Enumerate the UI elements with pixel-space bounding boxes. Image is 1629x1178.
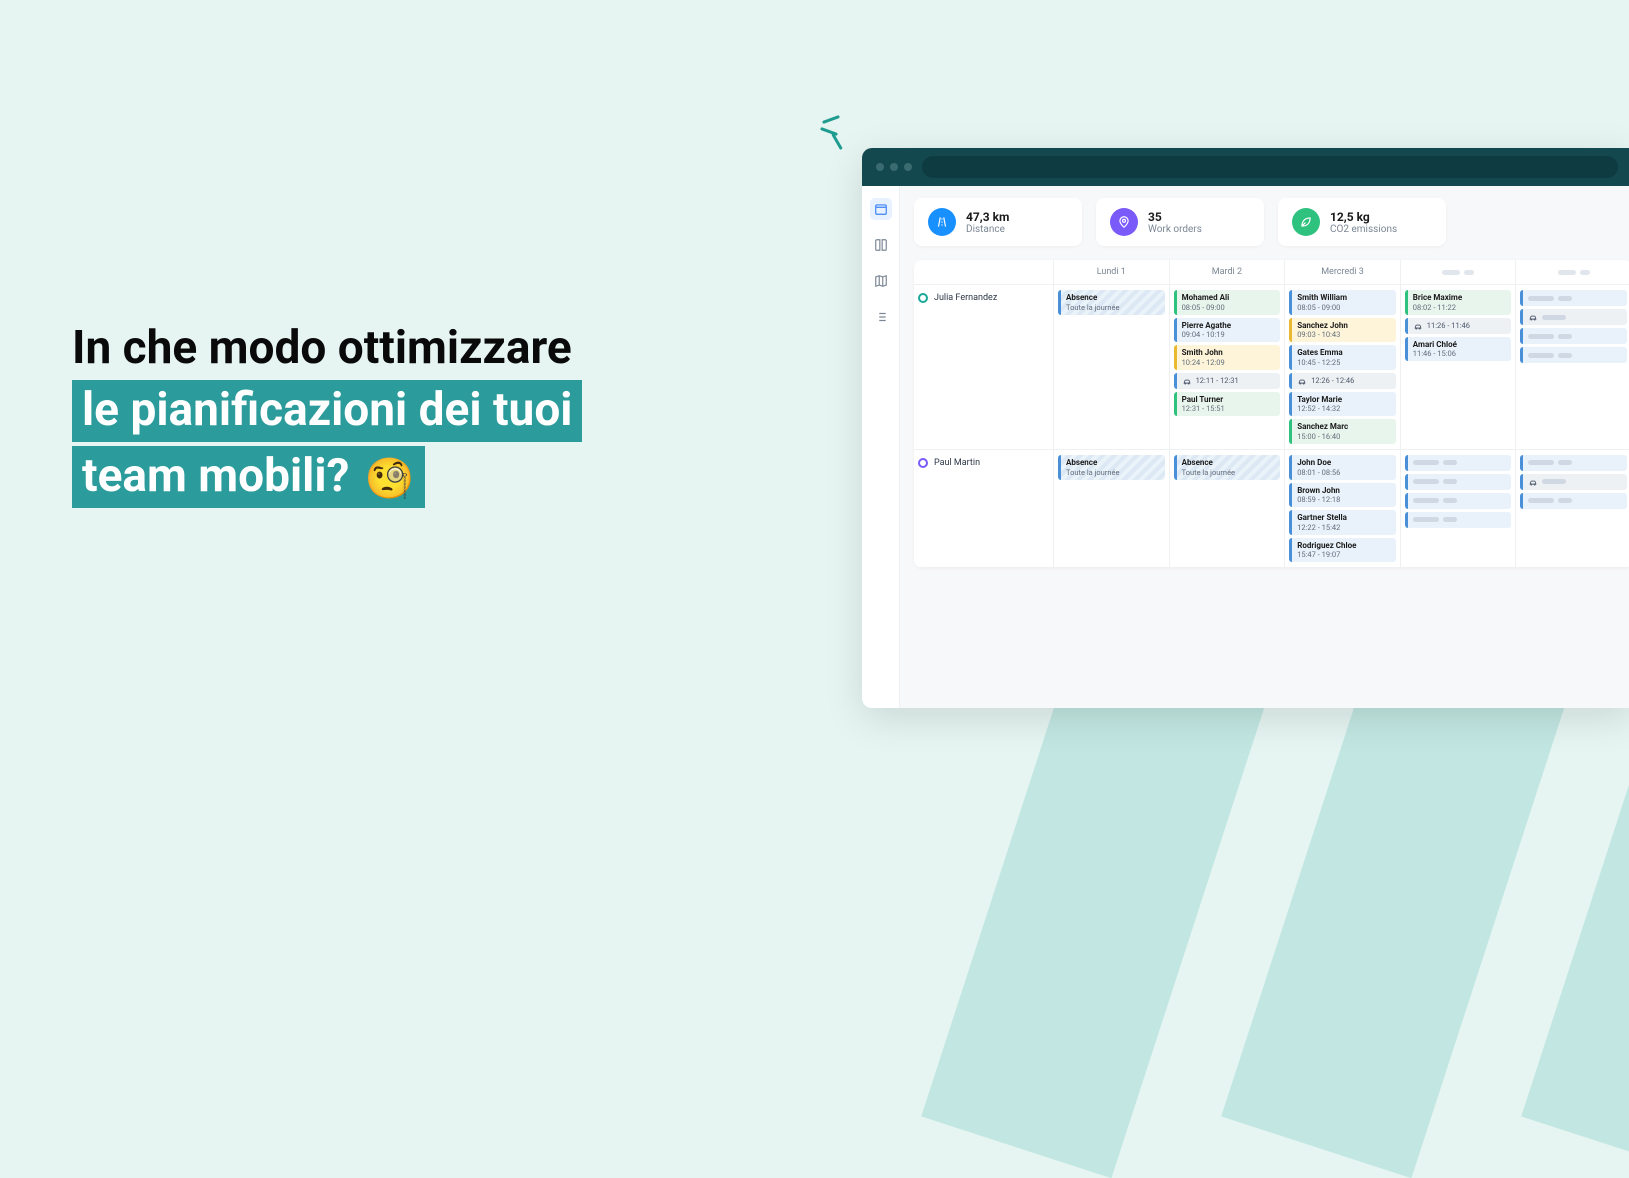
planner-row: Julia FernandezAbsenceToute la journéeMo… [914,285,1629,450]
sidebar-book-icon[interactable] [870,234,892,256]
sidebar-map-icon[interactable] [870,270,892,292]
work-order-card[interactable]: Paul Turner12:31 - 15:51 [1174,392,1281,417]
work-order-card[interactable]: Gartner Stella12:22 - 15:42 [1289,510,1396,535]
work-order-card[interactable] [1405,474,1512,490]
avatar [918,293,928,303]
travel-card[interactable] [1520,309,1627,325]
work-order-card[interactable]: Amari Chloé11:46 - 15:06 [1405,337,1512,362]
day-cell [1516,285,1629,450]
day-header-blank [1516,260,1629,284]
absence-card[interactable]: AbsenceToute la journée [1058,455,1165,480]
sidebar-calendar-icon[interactable] [870,198,892,220]
stat-value: 12,5 kg [1330,210,1397,224]
work-order-card[interactable] [1520,347,1627,363]
day-cell: Smith William08:05 - 09:00 Sanchez John09… [1285,285,1401,450]
day-cell [1401,450,1517,568]
day-header: Lundi 1 [1054,260,1170,284]
travel-card[interactable] [1520,474,1627,490]
stat-card[interactable]: 12,5 kgCO2 emissions [1278,198,1446,246]
emoji-monocle: 🧐 [365,455,415,502]
work-order-card[interactable]: Brice Maxime08:02 - 11:22 [1405,290,1512,315]
work-order-card[interactable]: Gates Emma10:45 - 12:25 [1289,345,1396,370]
planner: Lundi 1Mardi 2Mercredi 3 Julia Fernandez… [914,260,1629,568]
headline-line-3: team mobili? 🧐 [72,446,425,508]
work-order-card[interactable] [1520,455,1627,471]
headline-line-1: In che modo ottimizzare [72,320,772,376]
work-order-card[interactable] [1405,455,1512,471]
stat-value: 35 [1148,210,1202,224]
headline: In che modo ottimizzare le pianificazion… [72,320,772,508]
work-order-card[interactable]: Rodriguez Chloe15:47 - 19:07 [1289,538,1396,563]
day-cell: AbsenceToute la journée [1170,450,1286,568]
absence-card[interactable]: AbsenceToute la journée [1174,455,1281,480]
work-order-card[interactable] [1520,493,1627,509]
planner-row: Paul Martin AbsenceToute la journée Absenc… [914,450,1629,568]
day-cell: John Doe08:01 - 08:56 Brown John08:59 - 1… [1285,450,1401,568]
stat-label: Distance [966,224,1009,235]
day-header: Mardi 2 [1170,260,1286,284]
work-order-card[interactable] [1520,290,1627,306]
person-cell[interactable]: Paul Martin [914,450,1054,568]
work-order-card[interactable]: Sanchez John09:03 - 10:43 [1289,318,1396,343]
stat-label: Work orders [1148,224,1202,235]
person-name: Julia Fernandez [934,293,997,303]
browser-titlebar [862,148,1629,186]
browser-window: 47,3 kmDistance 35Work orders 12,5 kgCO2 e… [862,148,1629,708]
person-name: Paul Martin [934,458,980,468]
work-order-card[interactable] [1405,512,1512,528]
stat-label: CO2 emissions [1330,224,1397,235]
day-cell: Brice Maxime08:02 - 11:22 11:26 - 11:46 Am… [1401,285,1517,450]
work-order-card[interactable]: Smith John10:24 - 12:09 [1174,345,1281,370]
url-bar[interactable] [922,156,1618,178]
headline-line-2: le pianificazioni dei tuoi [72,380,582,442]
work-order-card[interactable]: Smith William08:05 - 09:00 [1289,290,1396,315]
road-icon [928,208,956,236]
avatar [918,458,928,468]
work-order-card[interactable]: Sanchez Marc15:00 - 16:40 [1289,419,1396,444]
travel-card[interactable]: 12:26 - 12:46 [1289,373,1396,389]
day-header: Mercredi 3 [1285,260,1401,284]
person-cell[interactable]: Julia Fernandez [914,285,1054,450]
work-order-card[interactable] [1520,328,1627,344]
window-controls[interactable] [876,163,912,171]
planner-header: Lundi 1Mardi 2Mercredi 3 [914,260,1629,285]
stat-card[interactable]: 47,3 kmDistance [914,198,1082,246]
work-order-card[interactable]: Pierre Agathe09:04 - 10:19 [1174,318,1281,343]
stats-row: 47,3 kmDistance 35Work orders 12,5 kgCO2 e… [914,198,1629,246]
day-cell: AbsenceToute la journée [1054,285,1170,450]
travel-card[interactable]: 12:11 - 12:31 [1174,373,1281,389]
app-main: 47,3 kmDistance 35Work orders 12,5 kgCO2 e… [900,186,1629,708]
day-cell: AbsenceToute la journée [1054,450,1170,568]
sidebar-list-icon[interactable] [870,306,892,328]
work-order-card[interactable] [1405,493,1512,509]
absence-card[interactable]: AbsenceToute la journée [1058,290,1165,315]
travel-card[interactable]: 11:26 - 11:46 [1405,318,1512,334]
stat-card[interactable]: 35Work orders [1096,198,1264,246]
work-order-card[interactable]: John Doe08:01 - 08:56 [1289,455,1396,480]
day-header-blank [1401,260,1517,284]
day-cell [1516,450,1629,568]
stat-value: 47,3 km [966,210,1009,224]
leaf-icon [1292,208,1320,236]
work-order-card[interactable]: Mohamed Ali08:05 - 09:00 [1174,290,1281,315]
work-order-card[interactable]: Brown John08:59 - 12:18 [1289,483,1396,508]
work-order-card[interactable]: Taylor Marie12:52 - 14:32 [1289,392,1396,417]
pin-icon [1110,208,1138,236]
day-cell: Mohamed Ali08:05 - 09:00 Pierre Agathe09:… [1170,285,1286,450]
app-sidebar [862,186,900,708]
